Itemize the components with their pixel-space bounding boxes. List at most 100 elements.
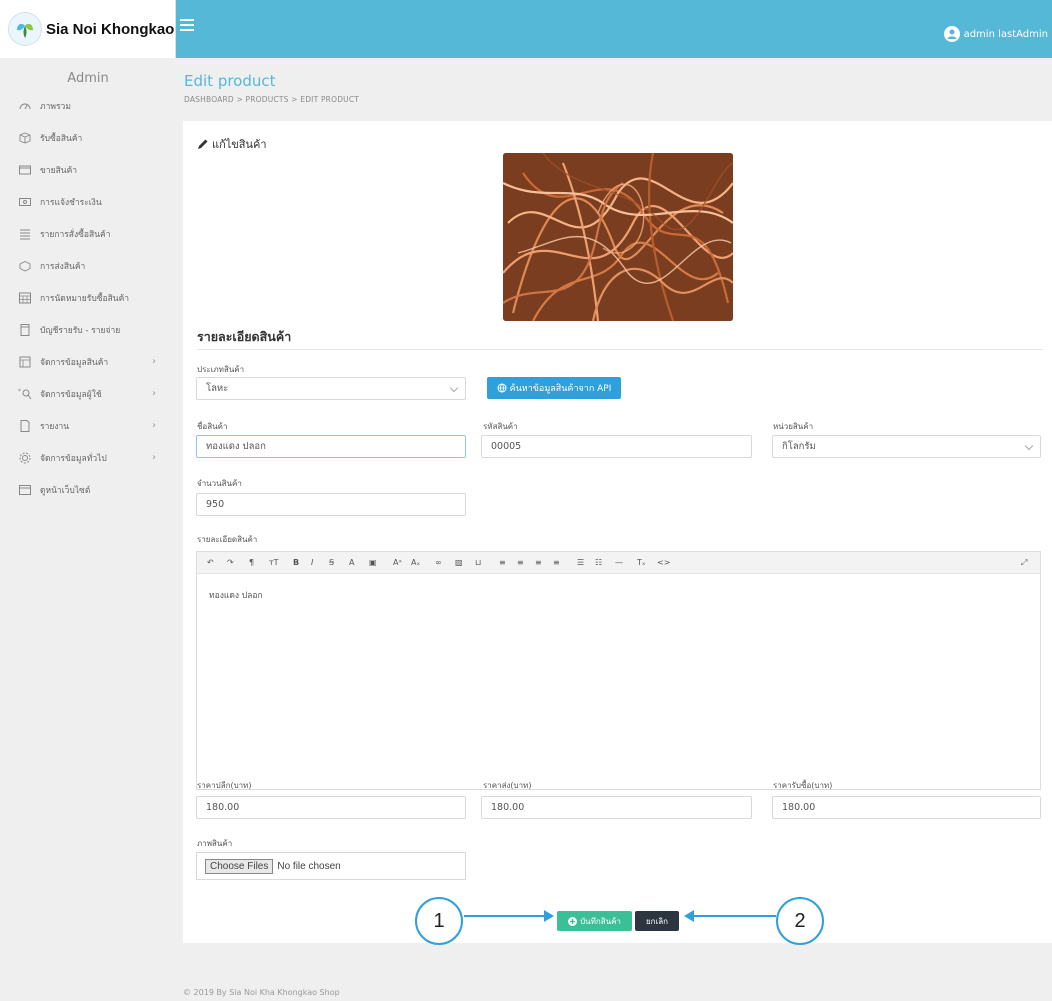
sidebar-item-label: รายงาน [40, 422, 70, 432]
link-icon[interactable]: ∞ [435, 558, 442, 567]
subscript-icon[interactable]: Aₓ [411, 558, 420, 567]
superscript-icon[interactable]: Aˣ [393, 558, 402, 567]
bullet-list-icon[interactable]: ☰ [577, 558, 584, 567]
undo-icon[interactable]: ↶ [207, 558, 214, 567]
name-label: ชื่อสินค้า [197, 422, 228, 431]
buy-price-input[interactable]: 180.00 [772, 796, 1041, 819]
align-right-icon[interactable]: ≡ [535, 558, 542, 567]
sidebar-item-12[interactable]: จัดการข้อมูลทั่วไป › [0, 442, 176, 474]
sidebar-item-4[interactable]: การแจ้งชำระเงิน [0, 186, 176, 218]
cancel-button[interactable]: ยกเลิก [635, 911, 679, 931]
list-icon [18, 227, 32, 241]
editor-content[interactable]: ทองแดง ปลอก [197, 574, 1040, 616]
chevron-right-icon: › [152, 356, 156, 367]
italic-icon[interactable]: I [311, 558, 313, 567]
sidebar: Sia Noi Khongkao Admin ภาพรวม รับซื้อสินค… [0, 0, 176, 1001]
sidebar-item-8[interactable]: บัญชีรายรับ - รายจ่าย [0, 314, 176, 346]
dashboard-icon [18, 99, 32, 113]
chevron-right-icon: › [152, 420, 156, 431]
callout-2-arrowhead-icon [684, 910, 694, 922]
section-title: รายละเอียดสินค้า [197, 329, 292, 344]
retail-price-label: ราคาปลีก(บาท) [197, 781, 252, 790]
user-avatar-icon [943, 26, 960, 42]
hamburger-menu-icon[interactable] [180, 19, 194, 33]
sidebar-item-3[interactable]: ขายสินค้า [0, 154, 176, 186]
type-select-value: โลหะ [206, 383, 229, 394]
paragraph-style-icon[interactable]: ¶ [249, 558, 254, 567]
choose-files-button[interactable]: Choose Files [205, 858, 274, 874]
image-file-input[interactable]: Choose Files No file chosen [196, 852, 466, 880]
sidebar-item-label: รับซื้อสินค้า [40, 134, 83, 144]
retail-price-input[interactable]: 180.00 [196, 796, 466, 819]
qty-label: จำนวนสินค้า [197, 479, 242, 488]
qty-input[interactable]: 950 [196, 493, 466, 516]
sidebar-item-label: จัดการข้อมูลทั่วไป [40, 454, 107, 464]
sidebar-item-label: รายการสั่งซื้อสินค้า [40, 230, 111, 240]
sidebar-item-10[interactable]: * จัดการข้อมูลผู้ใช้ › [0, 378, 176, 410]
align-left-icon[interactable]: ≡ [499, 558, 506, 567]
code-view-icon[interactable]: <> [657, 558, 670, 567]
type-select[interactable]: โลหะ [196, 377, 466, 400]
font-size-icon[interactable]: тT [269, 558, 279, 567]
strikethrough-icon[interactable]: Ꞩ [329, 558, 334, 567]
sidebar-item-5[interactable]: รายการสั่งซื้อสินค้า [0, 218, 176, 250]
code-input[interactable]: 00005 [481, 435, 752, 458]
store-icon [18, 163, 32, 177]
numbered-list-icon[interactable]: ☷ [595, 558, 602, 567]
api-search-button[interactable]: ค้นหาข้อมูลสินค้าจาก API [487, 377, 621, 399]
sidebar-item-label: จัดการข้อมูลสินค้า [40, 358, 109, 368]
clear-format-icon[interactable]: Tₓ [637, 558, 645, 567]
unit-select[interactable]: กิโลกรัม [772, 435, 1041, 458]
image-icon[interactable]: ▨ [455, 558, 463, 567]
wholesale-price-input[interactable]: 180.00 [481, 796, 752, 819]
sidebar-item-label: ดูหน้าเว็บไซต์ [40, 486, 91, 496]
sidebar-item-2[interactable]: รับซื้อสินค้า [0, 122, 176, 154]
callout-1-arrowhead-icon [544, 910, 554, 922]
align-center-icon[interactable]: ≡ [517, 558, 524, 567]
sidebar-item-7[interactable]: การนัดหมายรับซื้อสินค้า [0, 282, 176, 314]
sidebar-item-11[interactable]: รายงาน › [0, 410, 176, 442]
name-input[interactable]: ทองแดง ปลอก [196, 435, 466, 458]
code-label: รหัสสินค้า [483, 422, 518, 431]
chevron-right-icon: › [152, 452, 156, 463]
save-product-label: บันทึกสินค้า [580, 916, 621, 926]
plus-circle-icon [568, 916, 578, 926]
sidebar-item-13[interactable]: ดูหน้าเว็บไซต์ [0, 474, 176, 506]
calendar-icon [18, 291, 32, 305]
breadcrumb[interactable]: DASHBOARD > PRODUCTS > EDIT PRODUCT [184, 95, 359, 104]
user-manage-icon: * [18, 387, 32, 401]
highlight-icon[interactable]: ▣ [369, 558, 377, 567]
chevron-right-icon: › [152, 388, 156, 399]
user-name: admin lastAdmin [963, 28, 1048, 40]
sidebar-item-9[interactable]: จัดการข้อมูลสินค้า › [0, 346, 176, 378]
font-color-icon[interactable]: A [349, 558, 354, 567]
page-title: Edit product [184, 72, 276, 90]
delivery-icon [18, 259, 32, 273]
ledger-icon [18, 323, 32, 337]
brand[interactable]: Sia Noi Khongkao [0, 0, 176, 58]
sidebar-item-label: การนัดหมายรับซื้อสินค้า [40, 294, 130, 304]
wholesale-price-label: ราคาส่ง(บาท) [483, 781, 532, 790]
user-menu[interactable]: admin lastAdmin [943, 26, 1048, 42]
buy-price-label: ราคารับซื้อ(บาท) [773, 781, 833, 790]
editor-toolbar: ↶ ↷ ¶ тT B I Ꞩ A ▣ Aˣ Aₓ ∞ ▨ ⊔ ≡ ≡ ≡ ≡ ☰… [197, 552, 1040, 574]
redo-icon[interactable]: ↷ [227, 558, 234, 567]
bold-icon[interactable]: B [293, 558, 299, 567]
embed-icon[interactable]: ⊔ [475, 558, 481, 567]
callout-2: 2 [776, 897, 824, 945]
align-justify-icon[interactable]: ≡ [553, 558, 560, 567]
product-manage-icon [18, 355, 32, 369]
edit-product-card: แก้ไขสินค้า รายละเอียดสินค้า ประเภทสินค้… [183, 121, 1052, 943]
horizontal-rule-icon[interactable]: — [615, 558, 623, 567]
sidebar-item-label: ขายสินค้า [40, 166, 78, 176]
save-product-button[interactable]: บันทึกสินค้า [557, 911, 632, 931]
sidebar-item-1[interactable]: ภาพรวม [0, 90, 176, 122]
unit-select-value: กิโลกรัม [782, 441, 816, 452]
website-icon [18, 483, 32, 497]
callout-2-arrow [694, 915, 776, 917]
detail-label: รายละเอียดสินค้า [197, 535, 258, 544]
sidebar-item-6[interactable]: การส่งสินค้า [0, 250, 176, 282]
sidebar-item-label: ภาพรวม [40, 102, 71, 112]
sidebar-item-label: จัดการข้อมูลผู้ใช้ [40, 390, 102, 400]
fullscreen-icon[interactable]: ⤢ [1021, 558, 1027, 568]
